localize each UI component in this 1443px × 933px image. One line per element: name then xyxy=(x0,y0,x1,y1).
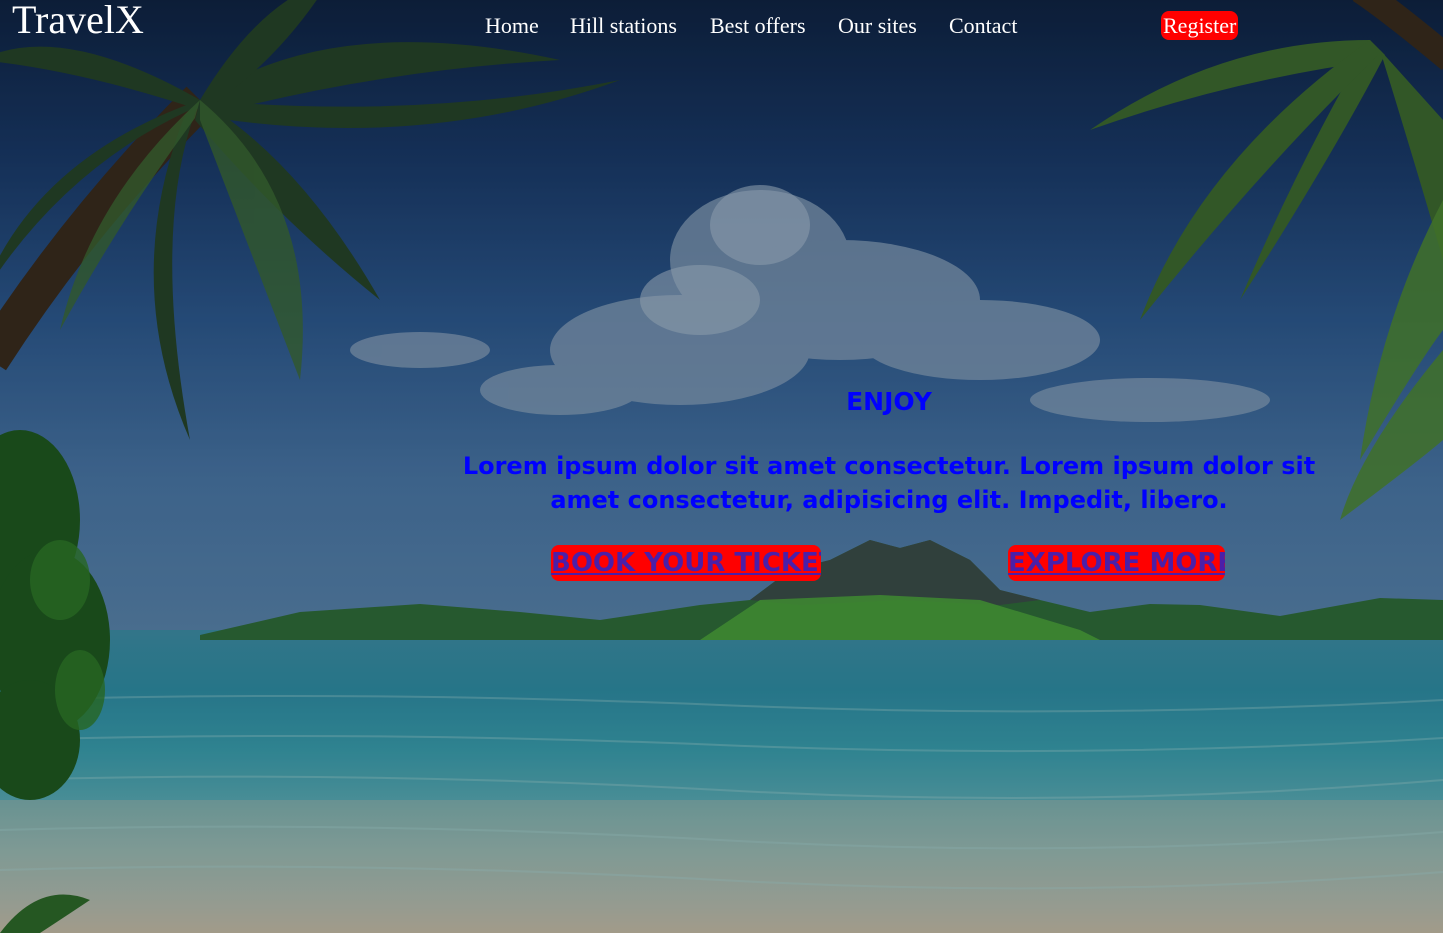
hero-description: Lorem ipsum dolor sit amet consectetur. … xyxy=(462,452,1316,514)
nav-link-hill-stations[interactable]: Hill stations xyxy=(570,12,677,40)
nav-link-contact[interactable]: Contact xyxy=(949,12,1017,40)
nav-link-home[interactable]: Home xyxy=(485,12,539,40)
explore-more-button[interactable]: EXPLORE MORE xyxy=(1008,545,1225,581)
register-button[interactable]: Register xyxy=(1161,11,1239,40)
hero-title: ENJOY xyxy=(846,387,932,416)
book-ticket-button[interactable]: BOOK YOUR TICKET xyxy=(551,545,821,581)
nav-link-best-offers[interactable]: Best offers xyxy=(710,12,806,40)
nav-link-our-sites[interactable]: Our sites xyxy=(838,12,917,40)
